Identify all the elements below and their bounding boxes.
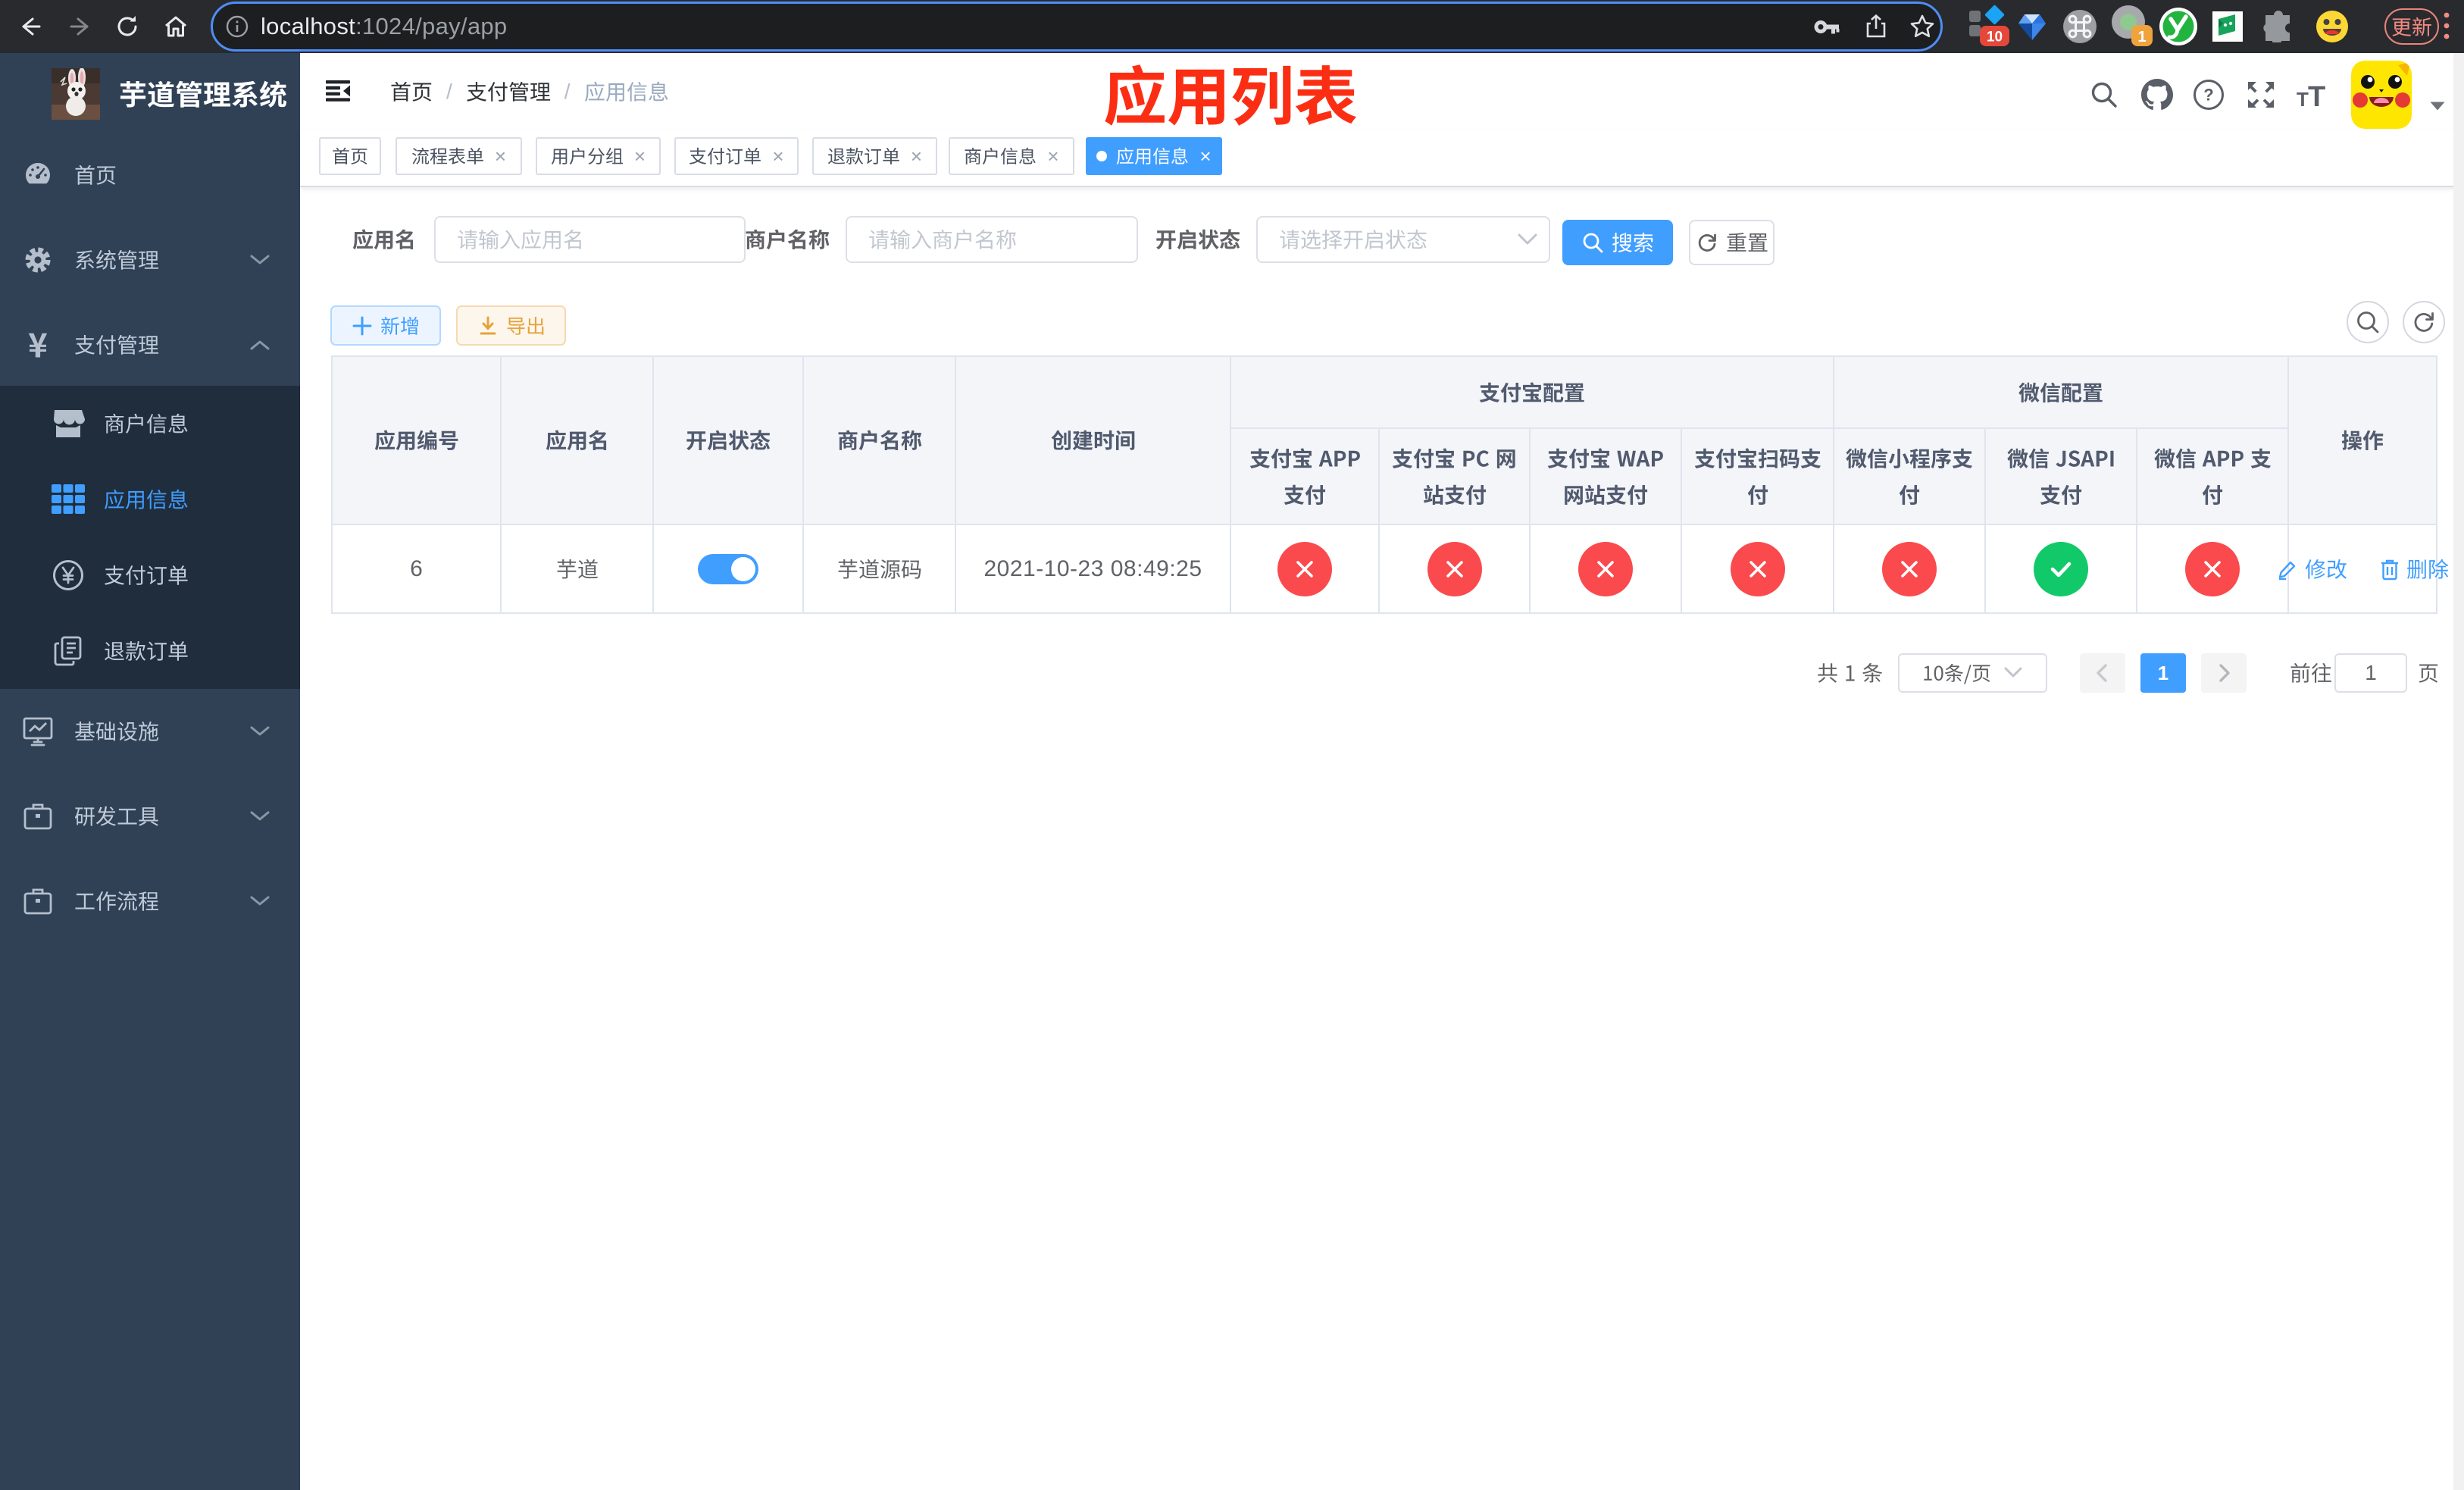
svg-text:T: T <box>2297 88 2309 111</box>
svg-text:T: T <box>2308 81 2325 111</box>
svg-text:?: ? <box>2203 86 2213 105</box>
svg-text:10: 10 <box>1987 30 2003 45</box>
svg-text:1: 1 <box>2137 29 2146 45</box>
